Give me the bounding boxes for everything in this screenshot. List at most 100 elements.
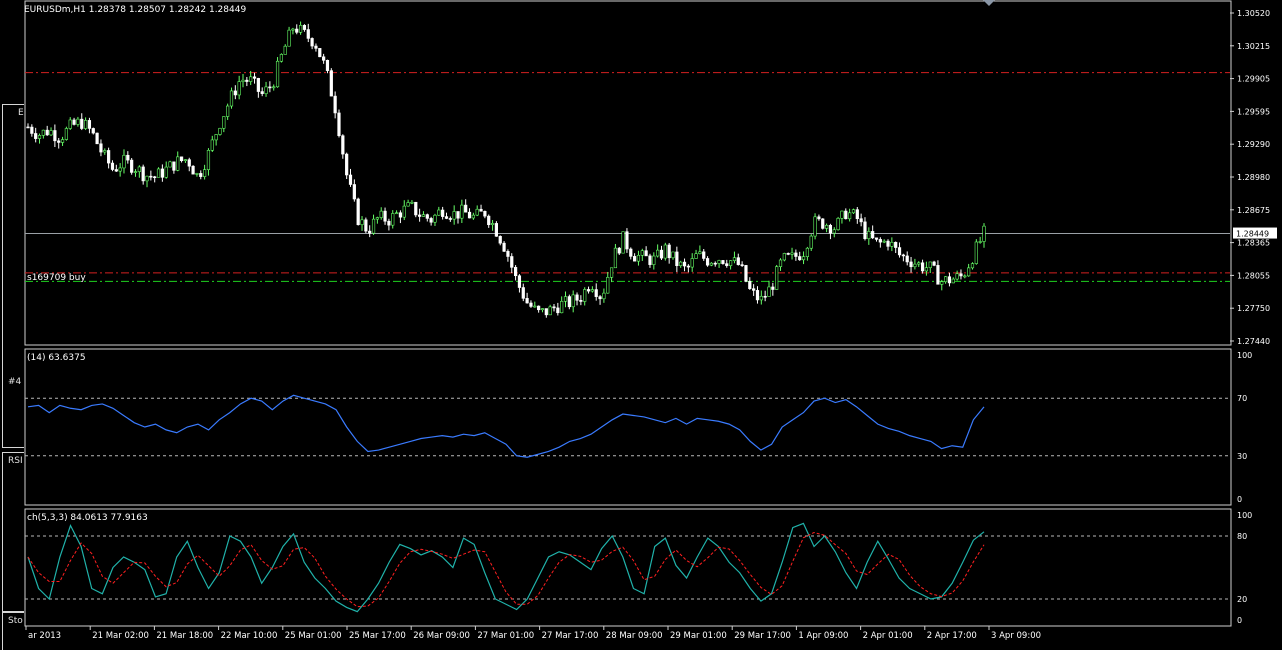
background-chart-panel-1[interactable] bbox=[2, 104, 25, 448]
candle-body bbox=[832, 229, 836, 234]
candle-body bbox=[525, 298, 529, 304]
candle-body bbox=[260, 91, 264, 94]
candle-body bbox=[759, 295, 763, 301]
candle-body bbox=[855, 209, 859, 220]
candle-body bbox=[402, 205, 406, 218]
candle-body bbox=[967, 267, 971, 277]
candle-body bbox=[122, 154, 126, 169]
candle-body bbox=[295, 28, 299, 33]
candle-body bbox=[817, 216, 821, 220]
candle-body bbox=[183, 159, 188, 162]
candle-body bbox=[195, 173, 199, 175]
candle-body bbox=[905, 255, 909, 263]
candle-body bbox=[214, 134, 218, 141]
candle-body bbox=[176, 156, 180, 171]
candle-body bbox=[663, 244, 667, 259]
candle-body bbox=[99, 143, 103, 153]
candle-body bbox=[648, 255, 652, 265]
candle-body bbox=[713, 262, 717, 265]
symbol-header: EURUSDm,H1 1.28378 1.28507 1.28242 1.284… bbox=[24, 5, 246, 15]
chart-canvas[interactable]: EURUSDm,H1 1.28378 1.28507 1.28242 1.284… bbox=[24, 0, 1282, 650]
time-label: 29 Mar 17:00 bbox=[734, 631, 791, 641]
candle-body bbox=[345, 153, 349, 176]
candle-body bbox=[867, 231, 871, 240]
candle-body bbox=[133, 171, 138, 173]
price-label: 1.27750 bbox=[1237, 304, 1270, 313]
candle-body bbox=[156, 168, 161, 178]
candle-body bbox=[963, 275, 967, 278]
time-label: 1 Apr 09:00 bbox=[798, 631, 848, 641]
candle-body bbox=[368, 230, 372, 234]
candle-body bbox=[732, 257, 737, 261]
candle-body bbox=[37, 135, 42, 139]
candle-body bbox=[521, 287, 525, 299]
candle-body bbox=[291, 28, 295, 31]
candle-body bbox=[429, 218, 433, 223]
candle-body bbox=[57, 140, 61, 143]
candle-body bbox=[513, 267, 518, 277]
time-label: 21 Mar 02:00 bbox=[92, 631, 149, 641]
time-label: 2 Apr 01:00 bbox=[863, 631, 913, 641]
candle-body bbox=[752, 288, 756, 291]
candle-body bbox=[45, 129, 49, 136]
candle-body bbox=[245, 79, 249, 82]
candle-body bbox=[721, 260, 725, 264]
candle-body bbox=[775, 266, 779, 290]
candle-body bbox=[890, 241, 894, 247]
candle-body bbox=[364, 219, 368, 232]
price-label: 1.28675 bbox=[1237, 206, 1270, 215]
candle-body bbox=[848, 212, 852, 220]
candle-body bbox=[398, 212, 403, 218]
candle-body bbox=[275, 60, 280, 88]
candle-body bbox=[30, 126, 34, 134]
candle-body bbox=[909, 261, 913, 268]
candle-body bbox=[621, 231, 625, 254]
candle-body bbox=[306, 29, 310, 39]
candle-body bbox=[302, 25, 307, 30]
candle-body bbox=[894, 241, 898, 248]
candle-body bbox=[222, 116, 226, 129]
candle-body bbox=[264, 86, 268, 94]
candle-body bbox=[556, 307, 560, 314]
candle-body bbox=[801, 256, 806, 261]
candle-body bbox=[153, 176, 157, 179]
price-label: 1.28055 bbox=[1237, 271, 1270, 280]
candle-body bbox=[68, 119, 72, 129]
candle-body bbox=[298, 25, 303, 33]
candle-body bbox=[475, 208, 479, 216]
candle-body bbox=[452, 211, 456, 220]
candle-body bbox=[414, 201, 418, 216]
time-label: 27 Mar 17:00 bbox=[542, 631, 599, 641]
candle-body bbox=[636, 254, 641, 262]
candle-body bbox=[506, 251, 510, 257]
price-label: 1.28365 bbox=[1237, 239, 1270, 248]
candle-body bbox=[690, 258, 694, 268]
price-label: 1.27440 bbox=[1237, 337, 1270, 346]
candle-body bbox=[609, 267, 614, 278]
candle-body bbox=[725, 263, 729, 266]
candle-body bbox=[199, 173, 203, 177]
candle-body bbox=[951, 278, 955, 284]
candle-body bbox=[483, 210, 487, 217]
candle-body bbox=[103, 150, 107, 153]
candle-body bbox=[145, 175, 149, 182]
candle-body bbox=[479, 208, 483, 212]
left-background-window[interactable]: E #4 RSI Sto bbox=[0, 0, 25, 650]
candle-body bbox=[341, 135, 345, 155]
candle-body bbox=[560, 300, 564, 314]
candle-body bbox=[863, 221, 867, 240]
candle-body bbox=[241, 79, 245, 82]
candle-body bbox=[325, 59, 330, 71]
candle-body bbox=[924, 267, 929, 272]
chart-window[interactable]: EURUSDm,H1 1.28378 1.28507 1.28242 1.284… bbox=[24, 0, 1282, 650]
price-label: 1.29290 bbox=[1237, 140, 1270, 149]
candle-body bbox=[464, 204, 468, 213]
candle-body bbox=[978, 241, 982, 243]
candle-body bbox=[352, 184, 356, 200]
background-rsi-panel[interactable] bbox=[2, 452, 25, 612]
candle-body bbox=[441, 209, 445, 217]
candle-body bbox=[329, 70, 333, 97]
candle-body bbox=[767, 286, 771, 297]
candle-body bbox=[794, 252, 798, 257]
candle-body bbox=[652, 255, 656, 265]
